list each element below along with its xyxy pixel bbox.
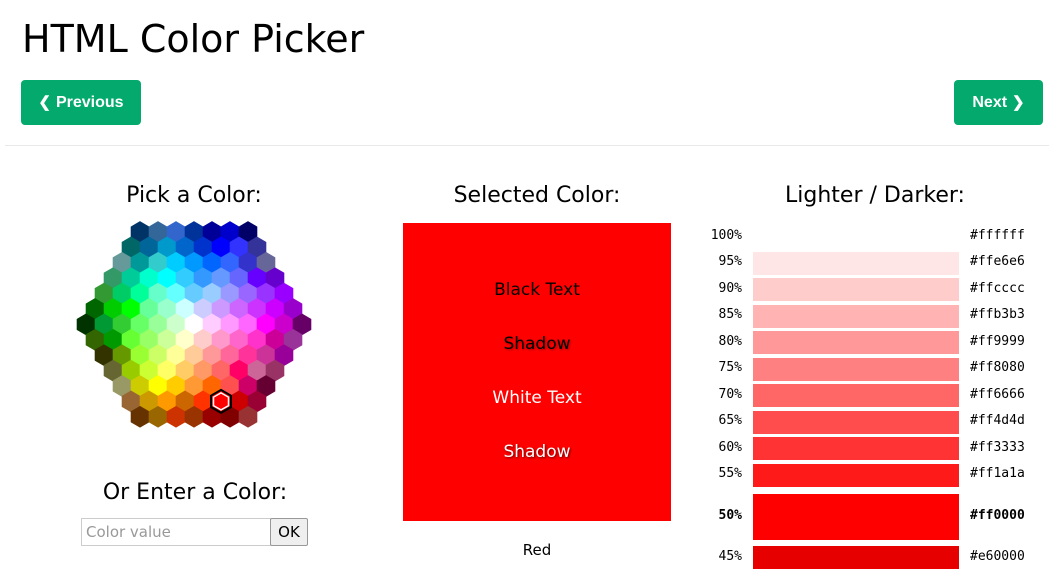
shade-row[interactable]: 95% #ffe6e6 — [700, 251, 1050, 275]
chevron-left-icon: ❮ — [38, 94, 51, 111]
shade-percent: 95% — [718, 254, 742, 269]
shade-row[interactable]: 45% #e60000 — [700, 546, 1050, 569]
shade-row[interactable]: 60% #ff3333 — [700, 437, 1050, 460]
shade-swatch[interactable] — [753, 494, 959, 540]
shade-row[interactable]: 75% #ff8080 — [700, 357, 1050, 381]
white-text-sample: White Text — [492, 388, 582, 408]
shade-hex: #ffe6e6 — [970, 254, 1025, 269]
shade-row[interactable]: 70% #ff6666 — [700, 384, 1050, 407]
shade-hex: #ffb3b3 — [970, 307, 1025, 322]
shade-swatch[interactable] — [753, 331, 959, 354]
shade-row[interactable]: 55% #ff1a1a — [700, 463, 1050, 487]
next-button[interactable]: Next ❯ — [954, 80, 1043, 125]
previous-button[interactable]: ❮ Previous — [21, 80, 141, 125]
shade-percent: 80% — [718, 333, 742, 349]
shade-row[interactable]: 80% #ff9999 — [700, 331, 1050, 354]
shade-row[interactable]: 90% #ffcccc — [700, 278, 1050, 301]
shade-percent: 90% — [718, 280, 742, 296]
shade-percent: 70% — [718, 386, 742, 402]
shade-hex: #e60000 — [970, 548, 1025, 564]
black-shadow-sample: Shadow — [503, 334, 571, 354]
shade-row[interactable]: 50% #ff0000 — [700, 494, 1050, 540]
chevron-right-icon: ❯ — [1012, 94, 1025, 111]
enter-color-title: Or Enter a Color: — [102, 480, 288, 505]
shade-swatch[interactable] — [753, 410, 959, 434]
divider — [5, 145, 1049, 146]
shade-row[interactable]: 85% #ffb3b3 — [700, 304, 1050, 328]
pick-color-title: Pick a Color: — [126, 183, 262, 208]
shade-row[interactable]: 100% #ffffff — [700, 225, 1050, 248]
page-title: HTML Color Picker — [22, 17, 365, 61]
shade-swatch[interactable] — [753, 251, 959, 275]
shade-percent: 60% — [718, 439, 742, 455]
shade-percent: 65% — [718, 413, 742, 428]
shade-swatch[interactable] — [753, 304, 959, 328]
shade-swatch[interactable] — [753, 546, 959, 569]
shade-swatch[interactable] — [753, 357, 959, 381]
shade-swatch[interactable] — [753, 225, 959, 248]
shade-hex: #ff6666 — [970, 386, 1025, 402]
shade-swatch[interactable] — [753, 463, 959, 487]
ok-button[interactable]: OK — [270, 518, 308, 546]
shade-hex: #ff0000 — [970, 508, 1025, 523]
selected-color-title: Selected Color: — [453, 183, 621, 208]
white-shadow-sample: Shadow — [503, 442, 571, 462]
shade-percent: 85% — [718, 307, 742, 322]
shade-percent: 100% — [710, 227, 742, 243]
shade-hex: #ff8080 — [970, 360, 1025, 375]
shade-hex: #ff1a1a — [970, 466, 1025, 481]
color-name: Red — [522, 541, 552, 559]
shade-percent: 45% — [718, 548, 742, 564]
shade-hex: #ff3333 — [970, 439, 1025, 455]
shade-percent: 55% — [718, 466, 742, 481]
shade-percent: 75% — [718, 360, 742, 375]
next-label: Next — [972, 93, 1008, 111]
shade-hex: #ffffff — [970, 227, 1025, 243]
shade-swatch[interactable] — [753, 437, 959, 460]
black-text-sample: Black Text — [494, 280, 580, 300]
color-value-input[interactable] — [81, 518, 271, 546]
previous-label: Previous — [55, 93, 124, 111]
shade-hex: #ff4d4d — [970, 413, 1025, 428]
shade-swatch[interactable] — [753, 384, 959, 407]
shade-swatch[interactable] — [753, 278, 959, 301]
shade-percent: 50% — [718, 508, 742, 523]
selected-color-preview: Black Text Shadow White Text Shadow — [403, 223, 671, 521]
color-hexagon-map[interactable] — [76, 221, 312, 428]
shade-row[interactable]: 65% #ff4d4d — [700, 410, 1050, 434]
lighter-darker-title: Lighter / Darker: — [785, 183, 965, 208]
shade-hex: #ffcccc — [970, 280, 1025, 296]
shade-hex: #ff9999 — [970, 333, 1025, 349]
